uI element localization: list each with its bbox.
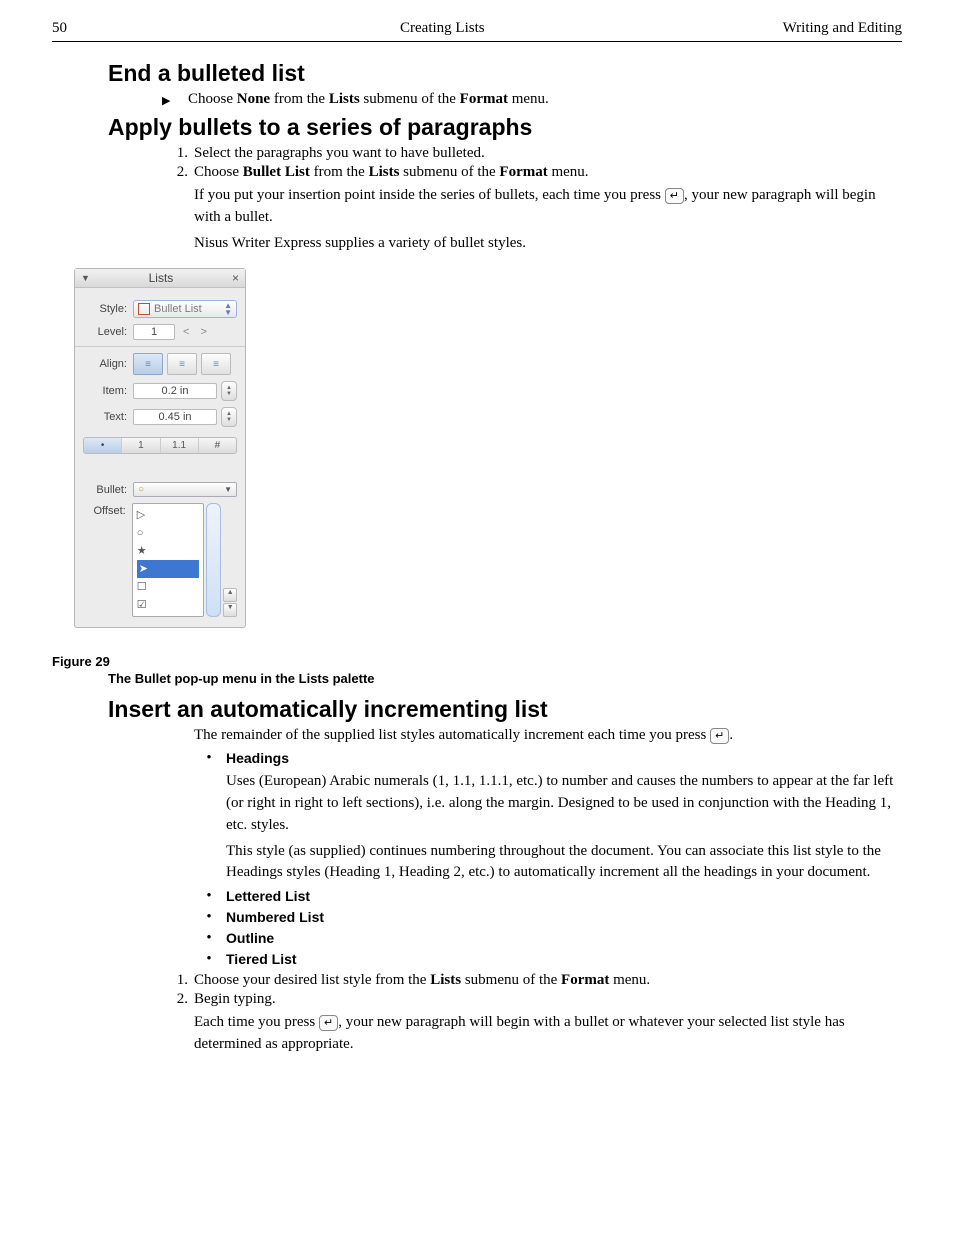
step-text: Choose None from the Lists submenu of th…: [188, 91, 549, 108]
triangle-bullet-icon: ▶: [162, 91, 188, 107]
heading-end-bulleted: End a bulleted list: [108, 60, 902, 87]
list-type-tabs: • 1 1.1 #: [83, 437, 237, 454]
palette-titlebar: ▼ Lists ×: [75, 269, 245, 288]
updown-icon: ▲▼: [224, 302, 232, 316]
scroll-up-button[interactable]: ▲: [223, 588, 237, 602]
align-center-button[interactable]: ≡: [167, 353, 197, 375]
bullet-option-selected[interactable]: ➤: [137, 560, 199, 578]
figure-label: Figure 29: [52, 654, 902, 669]
item-stepper[interactable]: ▲▼: [221, 381, 237, 401]
step-number: 2.: [162, 164, 194, 181]
return-key-icon: ↵: [319, 1015, 338, 1031]
step-number: 2.: [162, 991, 194, 1008]
return-key-icon: ↵: [665, 188, 684, 204]
bullet-icon: •: [192, 951, 226, 968]
list-item: • Numbered List: [192, 909, 902, 926]
align-left-button[interactable]: ≡: [133, 353, 163, 375]
step-number: 1.: [162, 145, 194, 162]
list-item: • Tiered List: [192, 951, 902, 968]
level-prev-next[interactable]: < >: [183, 326, 211, 338]
bullet-icon: •: [192, 909, 226, 926]
step-text: Select the paragraphs you want to have b…: [194, 145, 485, 162]
intro-paragraph: The remainder of the supplied list style…: [194, 727, 902, 744]
bullet-option[interactable]: ☑: [137, 596, 199, 614]
step-text: Begin typing.: [194, 991, 276, 1008]
bullet-popup[interactable]: ○ ▼: [133, 482, 237, 497]
tab-hash[interactable]: #: [199, 438, 236, 453]
level-value[interactable]: 1: [133, 324, 175, 340]
step-text: Choose your desired list style from the …: [194, 972, 650, 989]
lists-palette: ▼ Lists × Style: Bullet List ▲▼ Level: 1…: [74, 268, 246, 628]
bullet-option[interactable]: ▷: [137, 506, 199, 524]
tab-1[interactable]: 1: [122, 438, 160, 453]
step-text: Choose Bullet List from the Lists submen…: [194, 164, 589, 181]
style-label: Style:: [83, 303, 133, 315]
text-field[interactable]: 0.45 in: [133, 409, 217, 425]
step-2: 2. Begin typing.: [162, 991, 902, 1008]
item-label: Item:: [83, 385, 133, 397]
paragraph: If you put your insertion point inside t…: [194, 185, 902, 229]
list-item: • Outline: [192, 930, 902, 947]
list-item-label: Tiered List: [226, 951, 297, 968]
scroll-down-button[interactable]: ▼: [223, 603, 237, 617]
text-stepper[interactable]: ▲▼: [221, 407, 237, 427]
bullet-option[interactable]: ☐: [137, 578, 199, 596]
item-field[interactable]: 0.2 in: [133, 383, 217, 399]
list-item-label: Headings: [226, 750, 289, 767]
page-header: 50 Creating Lists Writing and Editing: [52, 20, 902, 42]
paragraph: Each time you press ↵, your new paragrap…: [194, 1012, 902, 1056]
paragraph: Uses (European) Arabic numerals (1, 1.1,…: [226, 771, 902, 836]
bullet-list-icon: [138, 303, 150, 315]
style-value: Bullet List: [154, 303, 202, 315]
step-1: 1. Choose your desired list style from t…: [162, 972, 902, 989]
tab-1-1[interactable]: 1.1: [161, 438, 199, 453]
bullet-icon: •: [192, 750, 226, 767]
bullet-options-list[interactable]: ▷ ○ ★ ➤ ☐ ☑: [132, 503, 204, 617]
paragraph: Nisus Writer Express supplies a variety …: [194, 233, 902, 255]
heading-apply-bullets: Apply bullets to a series of paragraphs: [108, 114, 902, 141]
style-select[interactable]: Bullet List ▲▼: [133, 300, 237, 318]
disclosure-icon[interactable]: ▼: [81, 273, 90, 283]
step-number: 1.: [162, 972, 194, 989]
offset-label: Offset:: [83, 503, 132, 617]
palette-title: Lists: [149, 271, 174, 285]
bullet-icon: •: [192, 888, 226, 905]
text-label: Text:: [83, 411, 133, 423]
bullet-icon: •: [192, 930, 226, 947]
bullet-option[interactable]: ○: [137, 524, 199, 542]
tab-bullet[interactable]: •: [84, 438, 122, 453]
step-2: 2. Choose Bullet List from the Lists sub…: [162, 164, 902, 181]
bullet-label: Bullet:: [83, 482, 133, 497]
close-icon[interactable]: ×: [232, 271, 239, 285]
heading-insert-auto: Insert an automatically incrementing lis…: [108, 696, 902, 723]
step-1: 1. Select the paragraphs you want to hav…: [162, 145, 902, 162]
paragraph: This style (as supplied) continues numbe…: [226, 841, 902, 885]
step-end-bulleted: ▶ Choose None from the Lists submenu of …: [162, 91, 902, 108]
page-number: 50: [52, 20, 102, 37]
return-key-icon: ↵: [710, 728, 729, 744]
bullet-value: ○: [138, 484, 144, 495]
list-item-label: Outline: [226, 930, 274, 947]
header-right: Writing and Editing: [783, 20, 902, 37]
figure-caption: The Bullet pop-up menu in the Lists pale…: [108, 671, 902, 686]
dropdown-icon: ▼: [224, 485, 232, 494]
list-item: • Lettered List: [192, 888, 902, 905]
header-center: Creating Lists: [102, 20, 783, 37]
list-item: • Headings: [192, 750, 902, 767]
scrollbar[interactable]: [206, 503, 222, 617]
bullet-option[interactable]: ★: [137, 542, 199, 560]
list-item-label: Lettered List: [226, 888, 310, 905]
align-label: Align:: [83, 358, 133, 370]
list-item-label: Numbered List: [226, 909, 324, 926]
align-right-button[interactable]: ≡: [201, 353, 231, 375]
level-label: Level:: [83, 326, 133, 338]
